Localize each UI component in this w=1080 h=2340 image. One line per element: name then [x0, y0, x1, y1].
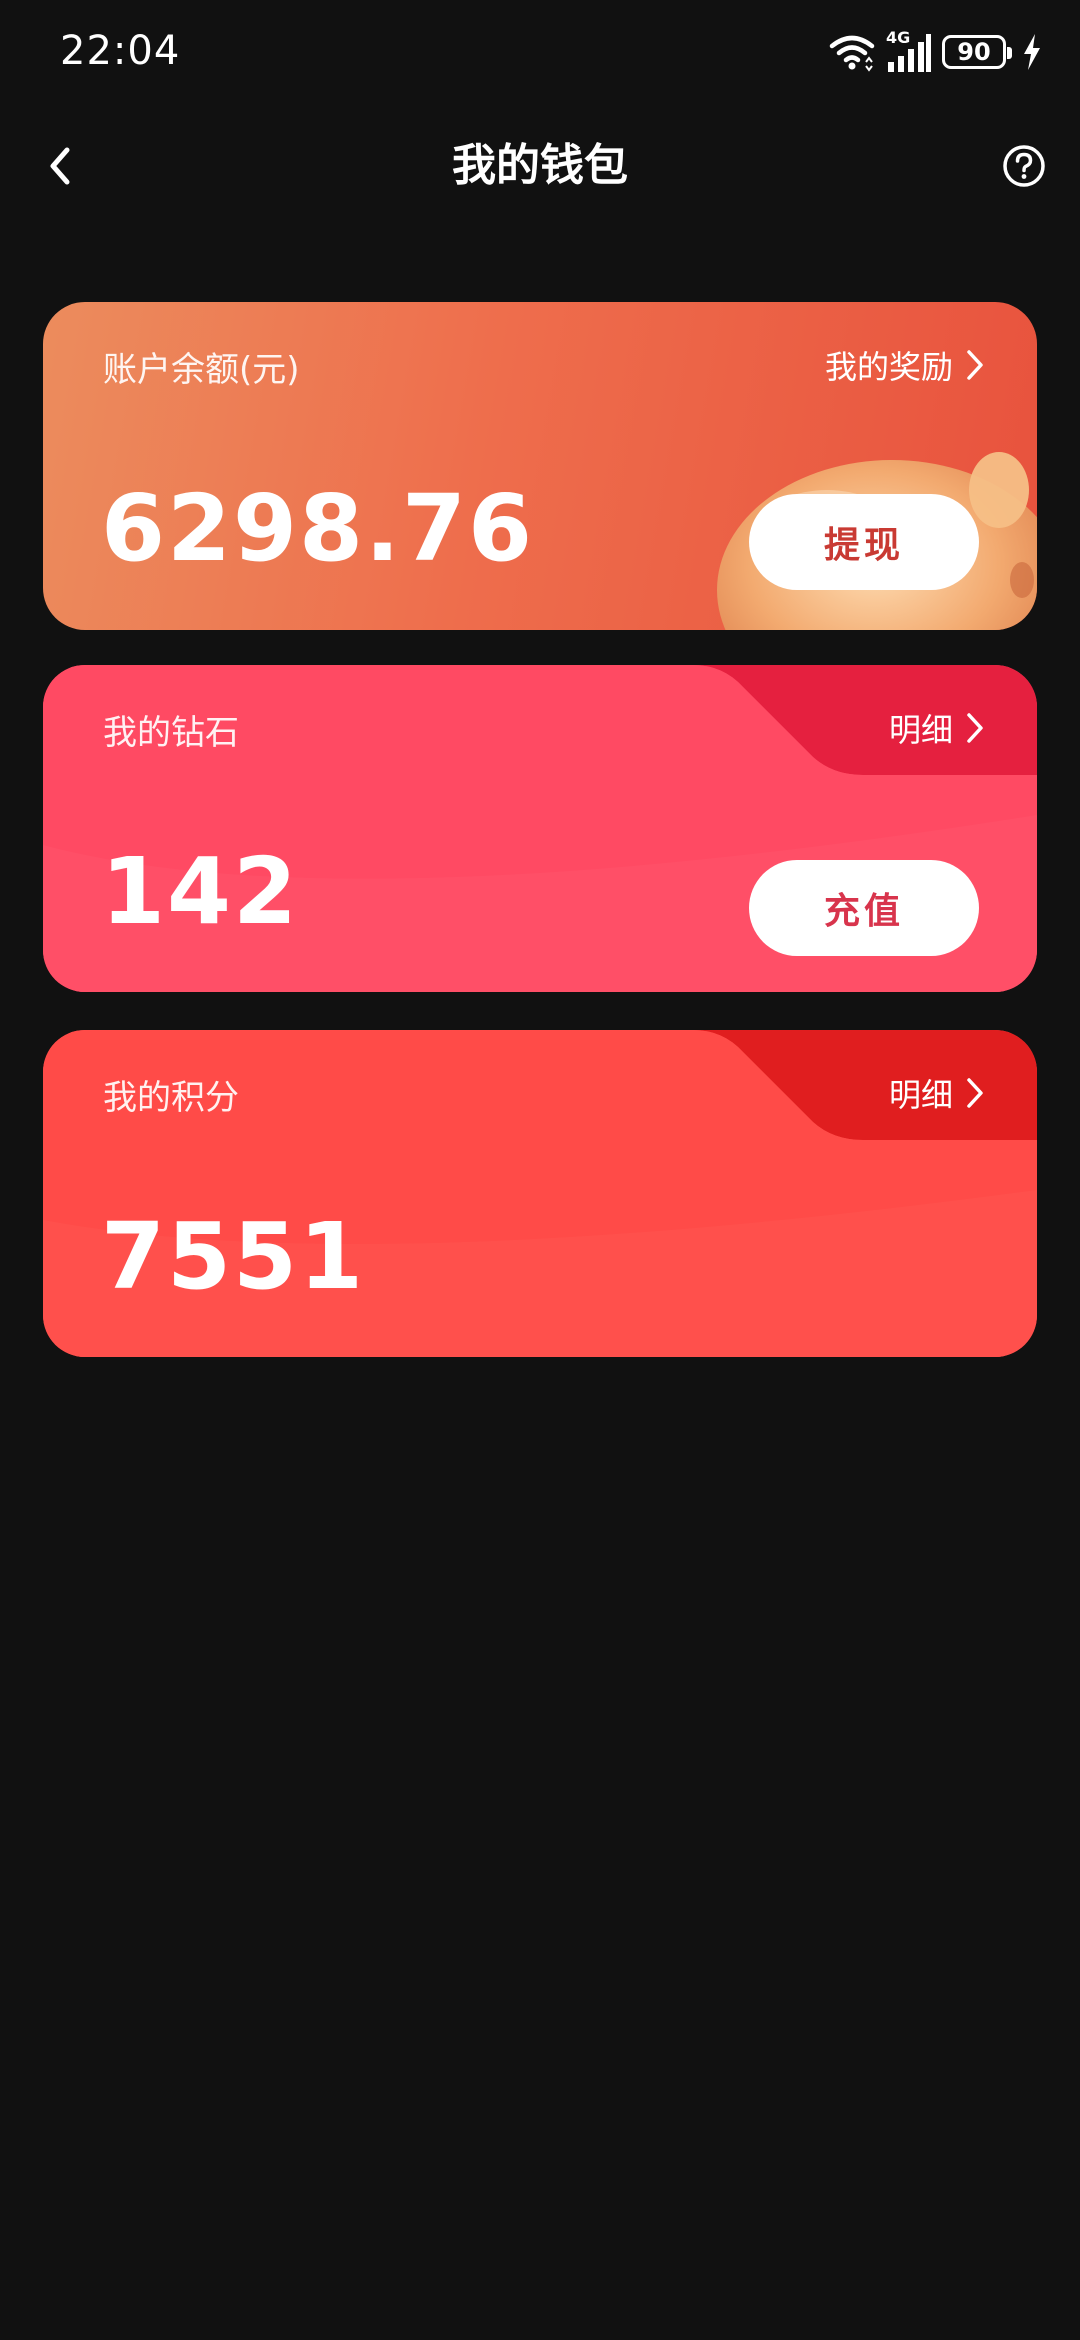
- page-title: 我的钱包: [452, 140, 628, 191]
- lightning-icon: [1024, 34, 1040, 70]
- status-bar: 22:04 4G 90: [0, 0, 1080, 110]
- diamond-label: 我的钻石: [103, 713, 239, 753]
- withdraw-button[interactable]: 提现: [749, 494, 979, 590]
- diamond-detail-label: 明细: [888, 711, 953, 749]
- chevron-right-icon: [967, 350, 983, 380]
- points-card: 我的积分 明细 7551: [43, 1030, 1037, 1357]
- my-rewards-label: 我的奖励: [824, 348, 953, 386]
- cellular-indicator: 4G: [886, 28, 932, 74]
- points-detail-link[interactable]: 明细: [889, 1070, 985, 1116]
- battery-level: 90: [957, 38, 991, 66]
- signal-icon: [888, 34, 931, 72]
- diamond-card: 我的钻石 明细 142 充值: [43, 665, 1037, 992]
- points-detail-label: 明细: [888, 1076, 953, 1114]
- my-rewards-link[interactable]: 我的奖励: [825, 342, 985, 388]
- balance-label: 账户余额(元): [103, 350, 300, 390]
- chevron-right-icon: [967, 1078, 983, 1108]
- nav-bar: 我的钱包: [0, 110, 1080, 220]
- points-label: 我的积分: [103, 1078, 239, 1118]
- diamond-amount: 142: [101, 838, 300, 945]
- chevron-right-icon: [967, 713, 983, 743]
- diamond-detail-link[interactable]: 明细: [889, 705, 985, 751]
- recharge-button[interactable]: 充值: [749, 860, 979, 956]
- question-circle-icon: [1003, 145, 1045, 187]
- status-time: 22:04: [60, 28, 181, 74]
- wifi-icon: [829, 35, 875, 72]
- balance-amount: 6298.76: [101, 475, 535, 582]
- help-button[interactable]: [996, 138, 1052, 194]
- status-icons: 4G 90: [828, 28, 1042, 74]
- balance-card: 账户余额(元) 我的奖励 6298.76 提现: [43, 302, 1037, 630]
- battery-icon: 90: [942, 35, 1012, 69]
- points-amount: 7551: [101, 1203, 366, 1310]
